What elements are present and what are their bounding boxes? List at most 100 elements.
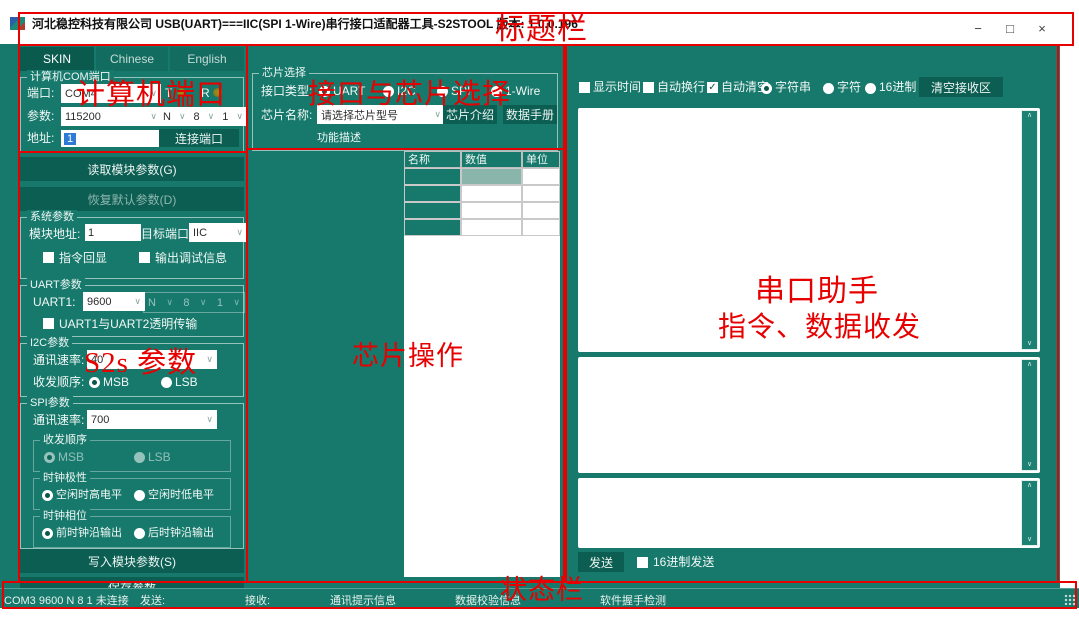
table-row[interactable] [404, 219, 560, 236]
auto-newline-checkbox[interactable] [643, 82, 654, 93]
tx-indicator-label: T [165, 85, 172, 102]
connect-port-button[interactable]: 连接端口 [159, 129, 239, 147]
restore-default-params-button[interactable]: 恢复默认参数(D) [20, 187, 244, 211]
tab-chinese[interactable]: Chinese [96, 47, 168, 71]
scroll-down-icon[interactable]: ∨ [1027, 340, 1032, 348]
maximize-button[interactable]: □ [995, 18, 1025, 40]
spi-cpol-high-label: 空闲时高电平 [56, 487, 122, 504]
table-header-row: 名称 数值 单位 [404, 151, 560, 168]
chip-value-table: 名称 数值 单位 [404, 151, 560, 236]
app-icon [10, 17, 25, 30]
interface-uart-radio[interactable] [319, 86, 330, 97]
target-port-label: 目标端口: [141, 226, 192, 243]
port-select[interactable]: COM4 ∨ [61, 84, 161, 103]
uart-transparent-label: UART1与UART2透明传输 [59, 316, 197, 333]
scrollbar[interactable]: ∧ ∨ [1021, 359, 1038, 471]
scrollbar[interactable]: ∧ ∨ [1021, 110, 1038, 350]
debug-checkbox[interactable] [139, 252, 150, 263]
status-bar: COM3 9600 N 8 1 未连接 发送: 接收: 通讯提示信息 数据校验信… [0, 588, 1079, 608]
baud-select[interactable]: 115200 ∨ [61, 107, 161, 126]
spi-cpol-low-label: 空闲时低电平 [148, 487, 214, 504]
interface-i2c-radio[interactable] [383, 86, 394, 97]
spi-speed-select[interactable]: 700 ∨ [87, 410, 217, 429]
minimize-button[interactable]: − [963, 18, 993, 40]
table-header-value: 数值 [461, 151, 522, 168]
echo-label: 指令回显 [59, 250, 107, 267]
uart1-baud-select[interactable]: 9600 ∨ [83, 292, 145, 311]
i2c-params-title: I2C参数 [27, 336, 72, 350]
chip-name-label: 芯片名称: [261, 107, 312, 124]
screenshot-page: 河北稳控科技有限公司 USB(UART)===IIC(SPI 1-Wire)串行… [0, 0, 1079, 629]
spi-cpol-title: 时钟极性 [40, 471, 90, 485]
chip-name-select[interactable]: 请选择芯片型号 ∨ [317, 105, 445, 124]
datasheet-button[interactable]: 数据手册 [503, 105, 557, 124]
write-module-params-button[interactable]: 写入模块参数(S) [20, 549, 244, 573]
mode-hex-label: 16进制 [879, 79, 916, 96]
chevron-down-icon: ∨ [179, 111, 186, 122]
clear-receive-button[interactable]: 清空接收区 [919, 77, 1003, 97]
table-row[interactable] [404, 185, 560, 202]
spi-order-title: 收发顺序 [40, 433, 90, 447]
read-module-params-button[interactable]: 读取模块参数(G) [20, 157, 244, 181]
echo-checkbox[interactable] [43, 252, 54, 263]
window-titlebar: 河北稳控科技有限公司 USB(UART)===IIC(SPI 1-Wire)串行… [0, 0, 1079, 44]
spi-cpha-front-radio[interactable] [42, 528, 53, 539]
i2c-msb-radio[interactable] [89, 377, 100, 388]
send-textarea[interactable]: ∧ ∨ [578, 478, 1040, 548]
show-time-label: 显示时间 [593, 79, 641, 96]
mode-string-radio[interactable] [761, 83, 772, 94]
chip-intro-button[interactable]: 芯片介绍 [443, 105, 497, 124]
receive-textarea[interactable]: ∧ ∨ [578, 108, 1040, 352]
i2c-params-group: I2C参数 通讯速率: 40 ∨ 收发顺序: MSB LSB [20, 343, 244, 397]
tab-english[interactable]: English [170, 47, 244, 71]
module-addr-input[interactable]: 1 [85, 224, 141, 241]
address-input[interactable]: 1 [61, 130, 159, 147]
send-button[interactable]: 发送 [578, 552, 624, 572]
auto-clear-checkbox[interactable]: ✓ [707, 82, 718, 93]
rx-indicator-light [213, 88, 222, 97]
status-comm-hint: 通讯提示信息 [330, 592, 396, 608]
mode-string-label: 字符串 [775, 79, 811, 96]
chevron-down-icon: ∨ [236, 227, 243, 238]
scroll-up-icon[interactable]: ∧ [1027, 361, 1032, 369]
interface-spi-radio[interactable] [437, 86, 448, 97]
spi-order-subgroup: 收发顺序 MSB LSB [33, 440, 231, 472]
system-params-title: 系统参数 [27, 210, 77, 224]
window-title: 河北稳控科技有限公司 USB(UART)===IIC(SPI 1-Wire)串行… [32, 15, 578, 32]
scroll-down-icon[interactable]: ∨ [1027, 536, 1032, 544]
spi-cpha-back-radio[interactable] [134, 528, 145, 539]
scroll-up-icon[interactable]: ∧ [1027, 112, 1032, 120]
uart-params-title: UART参数 [27, 278, 85, 292]
spi-cpol-low-radio[interactable] [134, 490, 145, 501]
scrollbar[interactable]: ∧ ∨ [1021, 480, 1038, 546]
interface-type-label: 接口类型: [261, 83, 312, 100]
uart1-frame-select[interactable]: N∨ 8∨ 1∨ [143, 292, 245, 313]
message-textarea[interactable]: ∧ ∨ [578, 357, 1040, 473]
scroll-up-icon[interactable]: ∧ [1027, 482, 1032, 490]
resize-grip[interactable] [1064, 594, 1075, 605]
mode-char-label: 字符 [837, 79, 861, 96]
uart-transparent-checkbox[interactable] [43, 318, 54, 329]
show-time-checkbox[interactable] [579, 82, 590, 93]
hex-send-label: 16进制发送 [653, 554, 714, 571]
scroll-down-icon[interactable]: ∨ [1027, 461, 1032, 469]
i2c-speed-select[interactable]: 40 ∨ [87, 350, 217, 369]
interface-1wire-radio[interactable] [491, 86, 502, 97]
i2c-lsb-radio[interactable] [161, 377, 172, 388]
status-handshake: 软件握手检测 [600, 592, 666, 608]
table-row[interactable] [404, 168, 560, 185]
spi-msb-radio[interactable] [44, 452, 55, 463]
hex-send-checkbox[interactable] [637, 557, 648, 568]
tab-skin[interactable]: SKIN [20, 47, 94, 71]
frame-select[interactable]: N∨ 8∨ 1∨ [159, 107, 247, 126]
target-port-select[interactable]: IIC ∨ [189, 223, 247, 242]
status-sent: 发送: [140, 592, 165, 608]
mode-hex-radio[interactable] [865, 83, 876, 94]
spi-cpol-high-radio[interactable] [42, 490, 53, 501]
status-checksum: 数据校验信息 [455, 592, 521, 608]
mode-char-radio[interactable] [823, 83, 834, 94]
close-button[interactable]: × [1027, 18, 1057, 40]
table-row[interactable] [404, 202, 560, 219]
interface-1wire-label: 1-Wire [505, 83, 540, 100]
spi-lsb-radio[interactable] [134, 452, 145, 463]
